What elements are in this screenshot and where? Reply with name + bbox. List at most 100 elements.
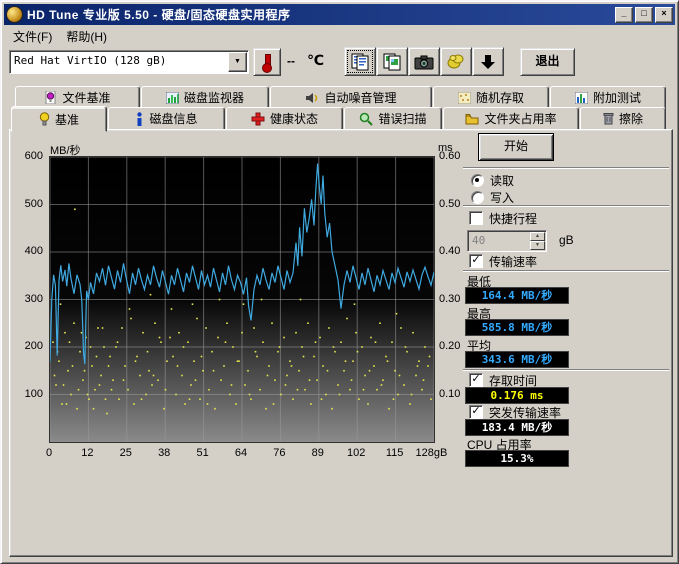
x-tick: 102	[347, 447, 365, 459]
copy-image-button[interactable]	[376, 47, 408, 76]
x-tick: 115	[386, 447, 404, 459]
health-cross-icon	[251, 112, 265, 126]
title-bar: HD Tune 专业版 5.50 - 硬盘/固态硬盘实用程序 _ □ ×	[4, 4, 675, 25]
left-tick: 500	[25, 198, 43, 210]
tab-label: 健康状态	[270, 110, 318, 127]
radio-icon[interactable]	[471, 191, 484, 204]
camera-icon	[414, 54, 434, 70]
checkbox-icon[interactable]: ✓	[469, 254, 483, 268]
disk-info-icon	[135, 112, 144, 126]
maximize-button[interactable]: □	[635, 7, 653, 23]
x-tick: 25	[120, 447, 132, 459]
app-window: HD Tune 专业版 5.50 - 硬盘/固态硬盘实用程序 _ □ × 文件(…	[0, 0, 679, 564]
random-access-icon	[458, 92, 471, 104]
right-tick: 0.60	[439, 150, 460, 162]
benchmark-icon	[39, 112, 50, 126]
separator	[463, 205, 669, 207]
right-tick: 0.10	[439, 388, 460, 400]
checkbox-icon[interactable]: ✓	[469, 405, 483, 419]
chevron-down-icon[interactable]: ▼	[228, 52, 247, 72]
transfer-rate-checkbox[interactable]: ✓ 传输速率	[469, 254, 537, 268]
x-tick: 64	[235, 447, 247, 459]
burst-rate-label: 突发传输速率	[489, 404, 561, 421]
left-axis-ticks: 600500400300200100	[11, 156, 45, 448]
tab-disk-info[interactable]: 磁盘信息	[108, 107, 225, 130]
tab-label: 错误扫描	[378, 110, 426, 127]
x-tick: 38	[158, 447, 170, 459]
window-title: HD Tune 专业版 5.50 - 硬盘/固态硬盘实用程序	[27, 6, 290, 23]
separator	[463, 270, 669, 272]
menu-file[interactable]: 文件(F)	[7, 26, 58, 47]
read-radio[interactable]: 读取	[471, 173, 514, 187]
access-time-label: 存取时间	[489, 372, 537, 389]
access-time-checkbox[interactable]: ✓ 存取时间	[469, 373, 537, 387]
left-tick: 400	[25, 245, 43, 257]
x-tick: 76	[273, 447, 285, 459]
options-button[interactable]	[440, 47, 472, 76]
magnifier-icon	[359, 112, 373, 126]
extra-tests-icon	[575, 92, 588, 104]
x-tick: 0	[46, 447, 52, 459]
drive-select-value: Red Hat VirtIO (128 gB)	[14, 54, 166, 67]
spin-up-icon[interactable]: ▲	[530, 232, 545, 241]
tab-error-scan[interactable]: 错误扫描	[344, 107, 442, 130]
menu-help[interactable]: 帮助(H)	[60, 26, 113, 47]
temperature-value: --	[287, 54, 295, 68]
tab-label: 文件夹占用率	[484, 110, 556, 127]
short-stroke-checkbox[interactable]: 快捷行程	[469, 211, 537, 225]
folder-icon	[465, 113, 479, 125]
hand-icon	[446, 53, 466, 71]
right-tick: 0.40	[439, 245, 460, 257]
screenshot-button[interactable]	[408, 47, 440, 76]
tab-label: 随机存取	[476, 89, 524, 106]
short-stroke-label: 快捷行程	[489, 210, 537, 227]
tab-erase[interactable]: 擦除	[580, 107, 666, 130]
left-tick: 300	[25, 293, 43, 305]
close-button[interactable]: ×	[655, 7, 673, 23]
exit-button[interactable]: 退出	[520, 48, 575, 76]
tab-label: 擦除	[619, 110, 643, 127]
tab-folder-usage[interactable]: 文件夹占用率	[443, 107, 579, 130]
temperature-button[interactable]	[253, 48, 281, 76]
write-radio[interactable]: 写入	[471, 190, 514, 204]
copy-image-icon	[382, 53, 402, 71]
copy-text-button[interactable]	[344, 47, 376, 76]
short-stroke-spinner[interactable]: 40 ▲ ▼	[467, 230, 547, 252]
left-tick: 600	[25, 150, 43, 162]
checkbox-icon[interactable]	[469, 211, 483, 225]
left-tick: 100	[25, 388, 43, 400]
start-button[interactable]: 开始	[478, 133, 554, 161]
short-stroke-unit: gB	[559, 233, 574, 247]
spin-down-icon[interactable]: ▼	[530, 241, 545, 250]
burst-rate-value: 183.4 MB/秒	[465, 419, 569, 436]
checkbox-icon[interactable]: ✓	[469, 373, 483, 387]
x-tick: 128gB	[416, 447, 448, 459]
chart-canvas	[50, 157, 434, 442]
tab-extra-tests[interactable]: 附加测试	[550, 86, 666, 109]
tab-auto-acoustic[interactable]: 自动噪音管理	[270, 86, 432, 109]
tab-health[interactable]: 健康状态	[226, 107, 343, 130]
tab-benchmark[interactable]: 基准	[11, 106, 107, 132]
thermometer-icon	[262, 53, 272, 71]
right-tick: 0.50	[439, 198, 460, 210]
tab-label: 文件基准	[62, 89, 110, 106]
radio-icon[interactable]	[471, 174, 484, 187]
right-tick: 0.20	[439, 340, 460, 352]
menu-bar: 文件(F) 帮助(H)	[5, 26, 674, 46]
tab-label: 磁盘监视器	[184, 89, 244, 106]
short-stroke-value: 40	[472, 234, 485, 247]
copy-icon	[350, 53, 370, 71]
minimize-button[interactable]: _	[615, 7, 633, 23]
drive-select[interactable]: Red Hat VirtIO (128 gB) ▼	[9, 50, 249, 74]
speaker-icon	[305, 92, 319, 104]
tab-disk-monitor[interactable]: 磁盘监视器	[141, 86, 269, 109]
x-tick: 89	[312, 447, 324, 459]
burst-rate-checkbox[interactable]: ✓ 突发传输速率	[469, 405, 561, 419]
save-button[interactable]	[472, 47, 504, 76]
tab-random-access[interactable]: 随机存取	[433, 86, 549, 109]
separator	[463, 167, 669, 169]
tab-label: 自动噪音管理	[324, 89, 396, 106]
app-icon	[6, 6, 23, 23]
file-benchmark-icon	[44, 91, 57, 104]
cpu-usage-value: 15.3%	[465, 450, 569, 467]
